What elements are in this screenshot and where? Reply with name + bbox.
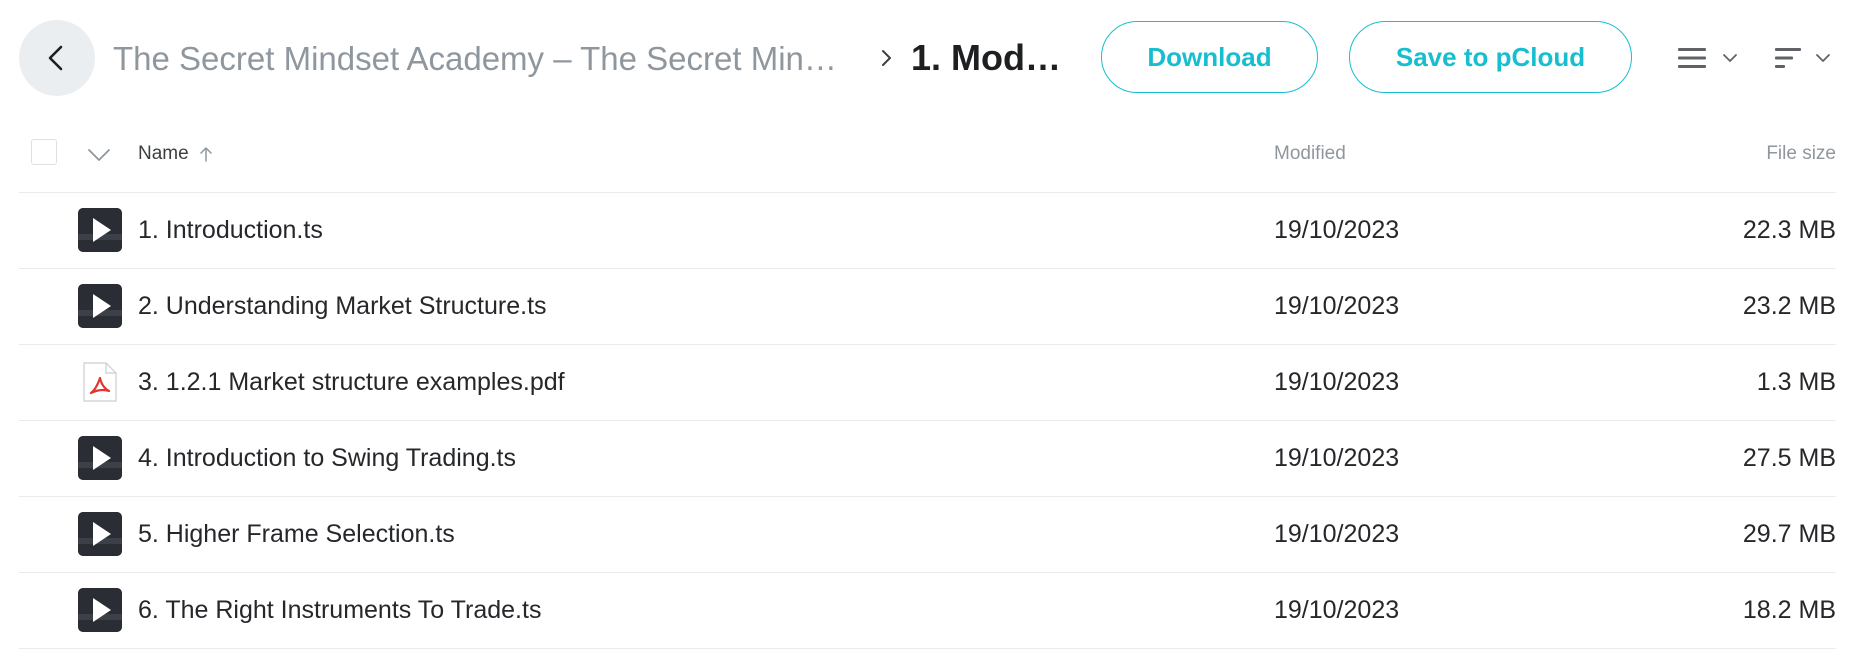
- file-size: 29.7 MB: [1742, 520, 1836, 548]
- file-modified: 19/10/2023: [1274, 368, 1400, 396]
- file-modified: 19/10/2023: [1274, 292, 1400, 320]
- chevron-down-icon: [1723, 54, 1737, 62]
- column-header-size[interactable]: File size: [1766, 115, 1836, 192]
- file-size: 27.5 MB: [1742, 444, 1836, 472]
- file-modified: 19/10/2023: [1274, 444, 1400, 472]
- breadcrumb-current: 1. Module 1: [911, 37, 1079, 78]
- file-modified: 19/10/2023: [1274, 216, 1400, 244]
- column-header-name[interactable]: Name: [138, 115, 213, 192]
- file-size: 22.3 MB: [1742, 216, 1836, 244]
- table-row[interactable]: 5. Higher Frame Selection.ts 19/10/2023 29…: [19, 497, 1836, 573]
- save-to-pcloud-button[interactable]: Save to pCloud: [1349, 21, 1632, 93]
- file-size: 23.2 MB: [1742, 292, 1836, 320]
- table-row[interactable]: 2. Understanding Market Structure.ts 19/1…: [19, 269, 1836, 345]
- file-modified: 19/10/2023: [1274, 520, 1400, 548]
- file-name[interactable]: 2. Understanding Market Structure.ts: [138, 269, 547, 344]
- file-size: 18.2 MB: [1742, 596, 1836, 624]
- arrow-left-icon: [48, 45, 63, 71]
- sort-icon: [1775, 48, 1801, 68]
- table-row[interactable]: 4. Introduction to Swing Trading.ts 19/10…: [19, 421, 1836, 497]
- table-row[interactable]: 1. Introduction.ts 19/10/2023 22.3 MB: [19, 193, 1836, 269]
- column-header-modified[interactable]: Modified: [1274, 115, 1346, 192]
- pdf-icon: [78, 360, 122, 404]
- file-table: Name Modified File size 1. Introduction.…: [19, 115, 1836, 649]
- file-name[interactable]: 3. 1.2.1 Market structure examples.pdf: [138, 345, 565, 420]
- file-name[interactable]: 5. Higher Frame Selection.ts: [138, 497, 455, 572]
- chevron-right-icon: [882, 50, 891, 66]
- chevron-down-icon[interactable]: [85, 141, 113, 169]
- breadcrumb-parent[interactable]: The Secret Mindset Academy – The Secret …: [113, 38, 853, 80]
- video-play-icon: [78, 436, 122, 480]
- file-name[interactable]: 1. Introduction.ts: [138, 193, 323, 268]
- download-button[interactable]: Download: [1101, 21, 1318, 93]
- view-mode-toggle[interactable]: [1677, 42, 1742, 74]
- video-play-icon: [78, 588, 122, 632]
- select-all-checkbox[interactable]: [31, 139, 57, 165]
- video-play-icon: [78, 208, 122, 252]
- table-row[interactable]: 3. 1.2.1 Market structure examples.pdf 19…: [19, 345, 1836, 421]
- video-play-icon: [78, 284, 122, 328]
- top-bar: The Secret Mindset Academy – The Secret …: [0, 0, 1855, 115]
- chevron-down-icon: [1816, 54, 1830, 62]
- table-row[interactable]: 6. The Right Instruments To Trade.ts 19/1…: [19, 573, 1836, 649]
- file-modified: 19/10/2023: [1274, 596, 1400, 624]
- table-header: Name Modified File size: [19, 115, 1836, 193]
- file-name[interactable]: 6. The Right Instruments To Trade.ts: [138, 573, 541, 648]
- list-view-icon: [1678, 48, 1706, 68]
- video-play-icon: [78, 512, 122, 556]
- sort-toggle[interactable]: [1774, 42, 1834, 74]
- column-header-name-label: Name: [138, 142, 189, 164]
- file-size: 1.3 MB: [1756, 368, 1836, 396]
- file-name[interactable]: 4. Introduction to Swing Trading.ts: [138, 421, 516, 496]
- back-button[interactable]: [19, 20, 95, 96]
- sort-ascending-icon: [199, 145, 213, 163]
